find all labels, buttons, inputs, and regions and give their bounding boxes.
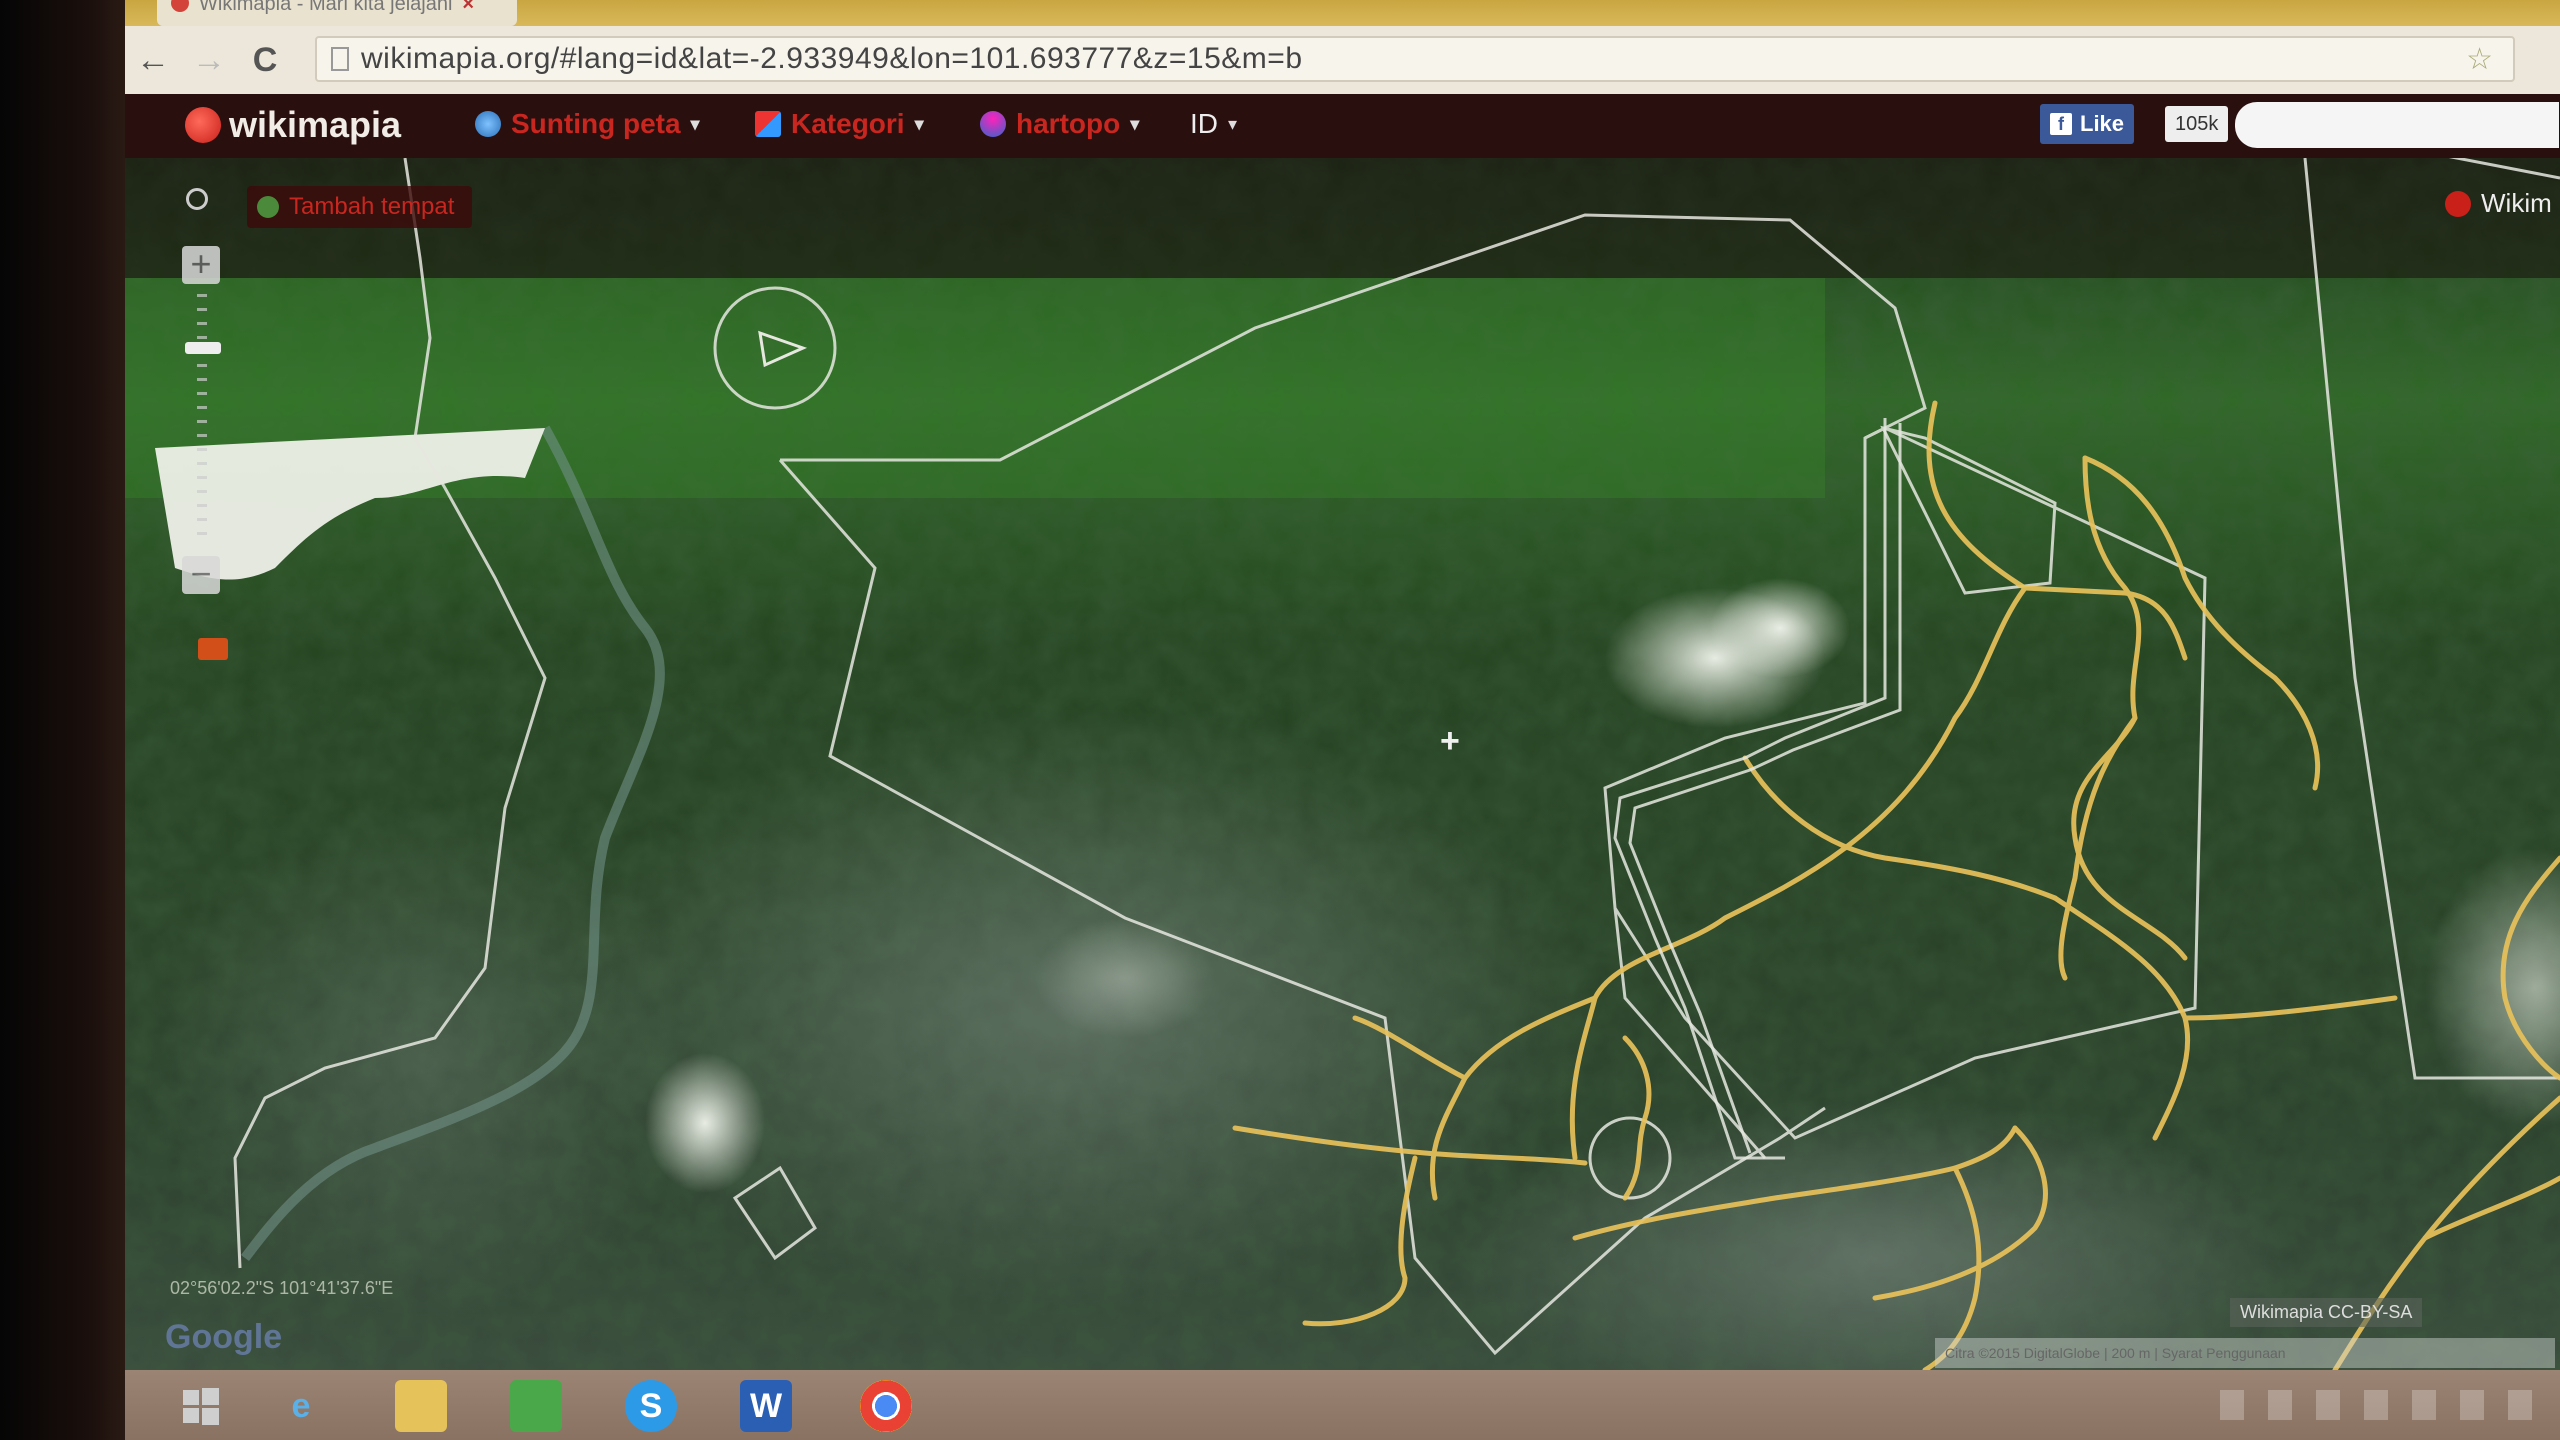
- zoom-slider[interactable]: [197, 294, 207, 544]
- chevron-down-icon: ▾: [1228, 113, 1238, 134]
- zoom-in-button[interactable]: +: [182, 246, 220, 284]
- facebook-like-button[interactable]: f Like: [2040, 104, 2135, 144]
- address-bar[interactable]: wikimapia.org/#lang=id&lat=-2.933949&lon…: [315, 36, 2515, 82]
- user-icon: [980, 111, 1006, 137]
- menu-user[interactable]: hartopo ▾: [980, 108, 1139, 140]
- address-bar-url[interactable]: wikimapia.org/#lang=id&lat=-2.933949&lon…: [361, 42, 1303, 76]
- chevron-down-icon: ▾: [914, 113, 924, 134]
- menu-label: hartopo: [1016, 108, 1121, 139]
- photo-of-monitor: Wikimapia - Mari kita jelajahi × ← → C w…: [0, 0, 2560, 1440]
- map-canvas[interactable]: [125, 158, 2560, 1370]
- system-tray[interactable]: [2220, 1390, 2540, 1420]
- map-layer-button[interactable]: [198, 638, 228, 660]
- monitor-bezel: [0, 0, 125, 1440]
- wiki-tab-label: Wikim: [2481, 188, 2552, 218]
- wikimapia-logo[interactable]: wikimapia: [185, 104, 401, 146]
- chrome-icon[interactable]: [860, 1380, 912, 1432]
- explorer-icon[interactable]: [395, 1380, 447, 1432]
- like-label: Like: [2080, 111, 2125, 136]
- map-center-crosshair: +: [1440, 722, 1460, 760]
- cursor-coordinates: 02°56'02.2"S 101°41'37.6"E: [170, 1278, 394, 1298]
- menu-category[interactable]: Kategori ▾: [755, 108, 924, 140]
- back-button[interactable]: ←: [125, 32, 181, 88]
- menu-label: Sunting peta: [511, 108, 681, 139]
- compass-icon[interactable]: [186, 188, 208, 210]
- browser-toolbar: ← → C wikimapia.org/#lang=id&lat=-2.9339…: [125, 26, 2560, 94]
- menu-edit-map[interactable]: Sunting peta ▾: [475, 108, 700, 140]
- skype-icon[interactable]: S: [625, 1380, 677, 1432]
- map-attribution: Citra ©2015 DigitalGlobe | 200 m | Syara…: [1935, 1338, 2555, 1368]
- top-shade: [125, 158, 2560, 278]
- windows-taskbar: e S W: [125, 1370, 2560, 1440]
- start-icon[interactable]: [175, 1380, 227, 1432]
- menu-label: Kategori: [791, 108, 905, 139]
- cloud: [1710, 578, 1850, 678]
- license-text[interactable]: Wikimapia CC-BY-SA: [2230, 1298, 2423, 1327]
- word-icon[interactable]: W: [740, 1380, 792, 1432]
- category-icon: [755, 111, 781, 137]
- ie-icon[interactable]: e: [275, 1380, 327, 1432]
- menu-label: ID: [1190, 108, 1218, 139]
- reload-button[interactable]: C: [237, 32, 293, 88]
- browser-tab-strip: Wikimapia - Mari kita jelajahi ×: [125, 0, 2560, 26]
- cloud: [1035, 918, 1215, 1038]
- wikimapia-logo-icon: [2445, 190, 2471, 217]
- facebook-icon: f: [2050, 113, 2072, 135]
- add-place-icon: [257, 196, 279, 218]
- cloud: [645, 1053, 765, 1193]
- zoom-out-button[interactable]: −: [182, 556, 220, 594]
- tab-title: Wikimapia - Mari kita jelajahi: [199, 0, 453, 15]
- add-place-label: Tambah tempat: [289, 193, 455, 220]
- wikimapia-favicon-icon: [171, 0, 189, 12]
- bookmark-star-icon[interactable]: ☆: [2466, 42, 2493, 77]
- browser-tab[interactable]: Wikimapia - Mari kita jelajahi ×: [157, 0, 517, 26]
- google-logo: Google: [165, 1318, 283, 1356]
- like-count: 105k: [2165, 106, 2229, 142]
- globe-icon: [475, 111, 501, 137]
- tab-close-icon[interactable]: ×: [462, 0, 474, 14]
- wikimapia-logo-icon: [185, 107, 221, 143]
- forward-button[interactable]: →: [181, 32, 237, 88]
- chevron-down-icon: ▾: [690, 113, 700, 134]
- store-icon[interactable]: [510, 1380, 562, 1432]
- haze-patch: [145, 798, 705, 1318]
- search-input[interactable]: [2235, 102, 2559, 148]
- add-place-button[interactable]: Tambah tempat: [247, 186, 473, 228]
- zoom-slider-thumb[interactable]: [185, 342, 221, 354]
- chevron-down-icon: ▾: [1130, 113, 1140, 134]
- satellite-map[interactable]: + − Tambah tempat + Wikim 02°56'02.2"S 1…: [125, 158, 2560, 1370]
- page-icon: [331, 47, 349, 71]
- logo-text: wikimapia: [229, 104, 402, 145]
- wikimapia-header: wikimapia Sunting peta ▾ Kategori ▾ hart…: [125, 94, 2560, 158]
- menu-language[interactable]: ID ▾: [1190, 108, 1237, 140]
- wikimapia-side-tab[interactable]: Wikim: [2445, 188, 2552, 219]
